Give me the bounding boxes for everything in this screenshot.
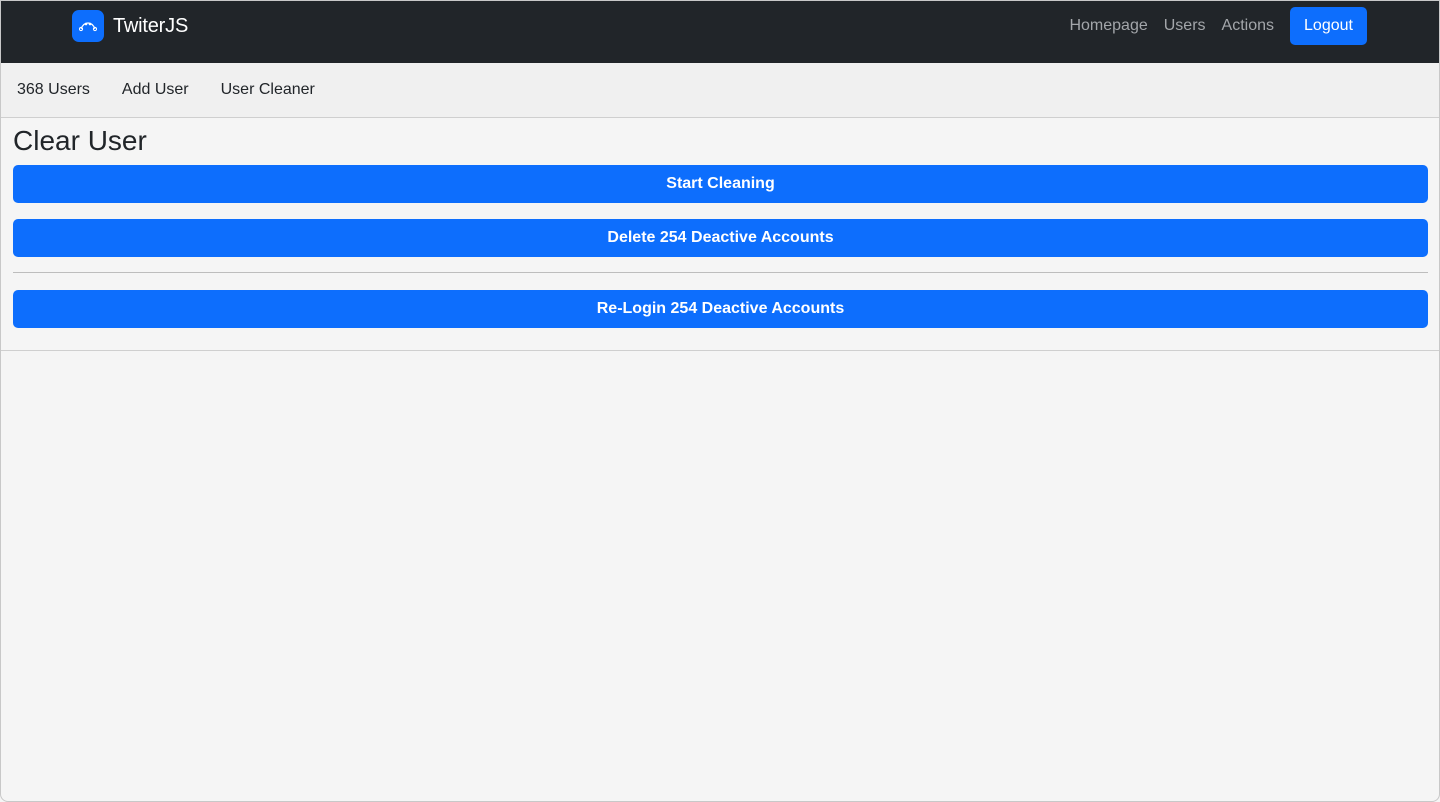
brand-link[interactable]: TwiterJS — [72, 10, 188, 42]
divider — [13, 272, 1428, 273]
nav-link-actions[interactable]: Actions — [1222, 17, 1274, 35]
relogin-deactive-accounts-button[interactable]: Re-Login 254 Deactive Accounts — [13, 290, 1428, 328]
start-cleaning-button[interactable]: Start Cleaning — [13, 165, 1428, 203]
sub-navigation: 368 Users Add User User Cleaner — [1, 63, 1439, 118]
clear-user-panel: Clear User Start Cleaning Delete 254 Dea… — [1, 118, 1439, 351]
subnav-item-add-user[interactable]: Add User — [122, 81, 189, 99]
logout-button[interactable]: Logout — [1290, 7, 1367, 45]
nav-link-homepage[interactable]: Homepage — [1069, 17, 1147, 35]
delete-deactive-accounts-button[interactable]: Delete 254 Deactive Accounts — [13, 219, 1428, 257]
page-title: Clear User — [13, 125, 147, 156]
brand-name: TwiterJS — [113, 14, 189, 37]
app-window: TwiterJS Homepage Users Actions Logout 3… — [0, 0, 1440, 802]
nav-link-users[interactable]: Users — [1164, 17, 1206, 35]
bezier-curve-icon — [72, 10, 104, 42]
subnav-item-users-count[interactable]: 368 Users — [17, 81, 90, 99]
top-navbar: TwiterJS Homepage Users Actions Logout — [1, 1, 1439, 63]
subnav-item-user-cleaner[interactable]: User Cleaner — [221, 81, 315, 99]
nav-links: Homepage Users Actions Logout — [1069, 7, 1367, 45]
